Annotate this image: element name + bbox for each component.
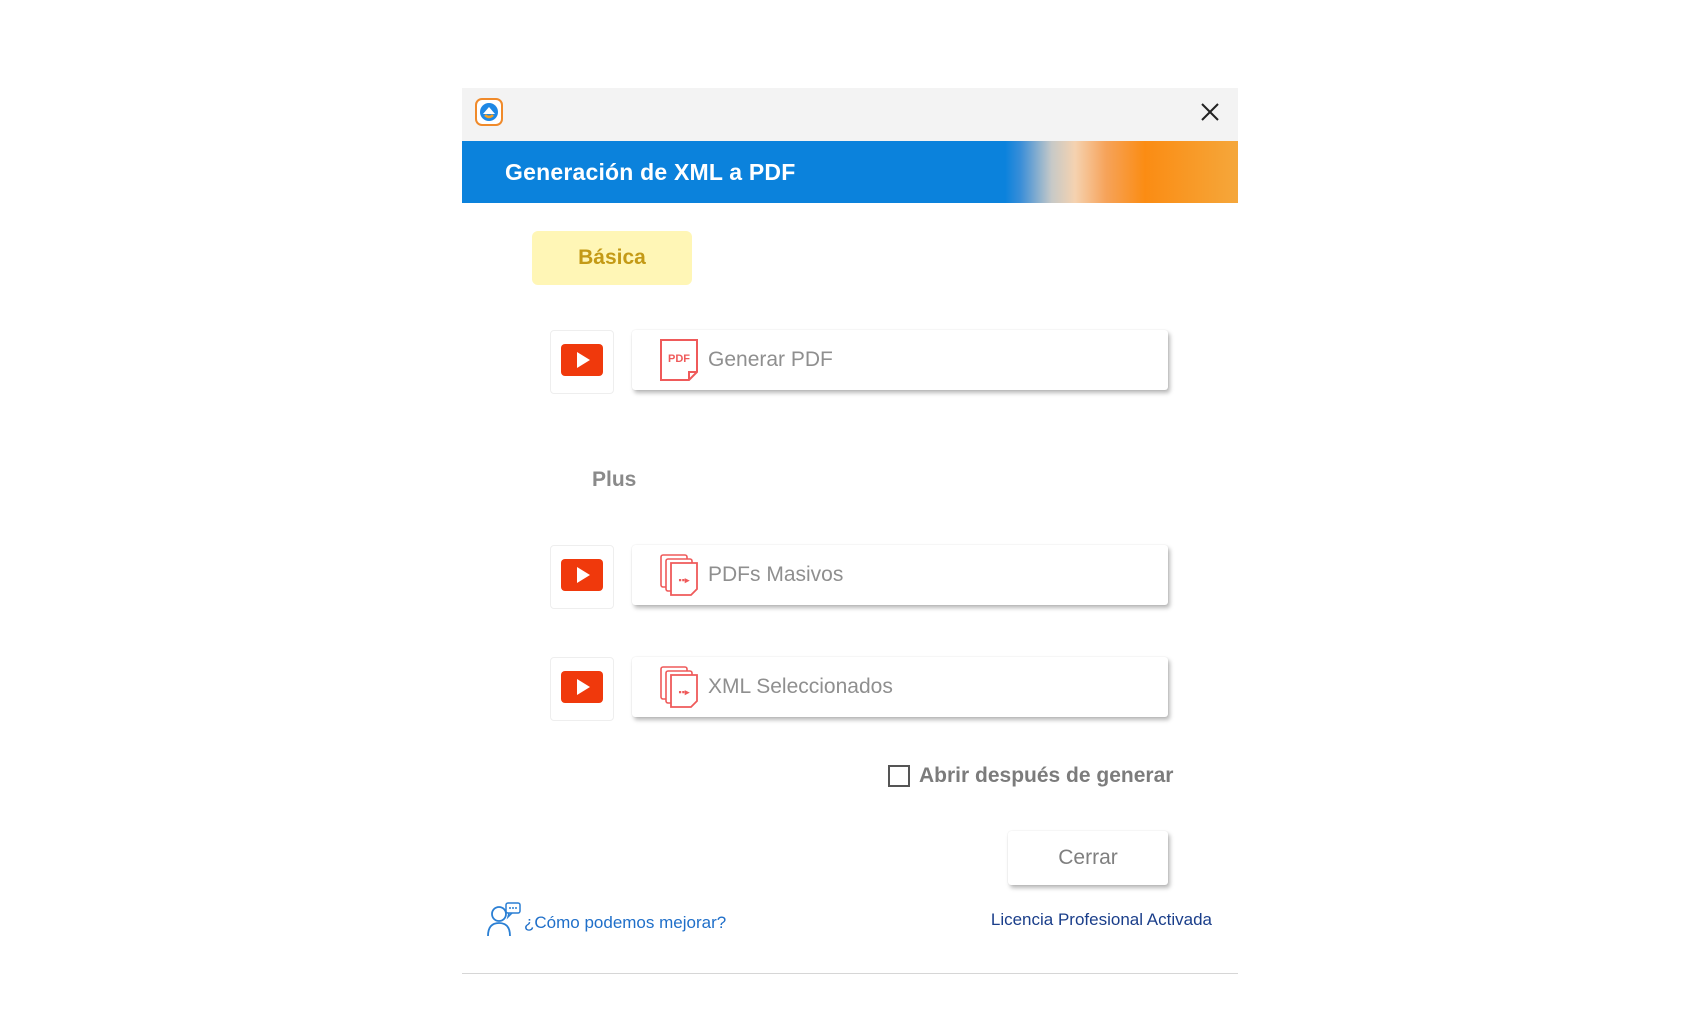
- generar-pdf-label: Generar PDF: [708, 348, 833, 371]
- app-logo-icon: [474, 97, 504, 127]
- xml-seleccionados-button[interactable]: ▪▪▸ XML Seleccionados: [632, 657, 1168, 717]
- title-bar: [462, 88, 1238, 141]
- multiple-files-icon: ▪▪▸: [656, 552, 702, 598]
- section-plus-heading: Plus: [592, 468, 637, 491]
- video-play-icon: [561, 558, 603, 596]
- video-tutorial-button-generar-pdf[interactable]: [550, 330, 614, 394]
- dialog-title: Generación de XML a PDF: [505, 159, 796, 185]
- open-after-generate-label: Abrir después de generar: [919, 764, 1174, 787]
- video-play-icon: [561, 670, 603, 708]
- generar-pdf-button[interactable]: PDF Generar PDF: [632, 330, 1168, 390]
- feedback-link[interactable]: ¿Cómo podemos mejorar?: [486, 902, 726, 943]
- tab-basica[interactable]: Básica: [532, 231, 692, 285]
- video-tutorial-button-xml-seleccionados[interactable]: [550, 657, 614, 721]
- svg-text:PDF: PDF: [668, 353, 690, 365]
- cerrar-button[interactable]: Cerrar: [1008, 831, 1168, 885]
- close-icon: [1200, 102, 1220, 127]
- pdfs-masivos-button[interactable]: ▪▪▸ PDFs Masivos: [632, 545, 1168, 605]
- svg-text:▪▪▸: ▪▪▸: [679, 687, 690, 697]
- header-banner: Generación de XML a PDF: [462, 141, 1238, 203]
- xml-seleccionados-label: XML Seleccionados: [708, 675, 893, 698]
- svg-text:▪▪▸: ▪▪▸: [679, 575, 690, 585]
- open-after-generate-option[interactable]: Abrir después de generar: [888, 764, 1173, 788]
- video-tutorial-button-pdfs-masivos[interactable]: [550, 545, 614, 609]
- open-after-generate-checkbox[interactable]: [888, 765, 910, 787]
- pdf-file-icon: PDF: [656, 337, 702, 383]
- window-close-button[interactable]: [1182, 88, 1238, 141]
- license-status: Licencia Profesional Activada: [990, 910, 1212, 929]
- multiple-files-icon: ▪▪▸: [656, 664, 702, 710]
- video-play-icon: [561, 343, 603, 381]
- feedback-link-label: ¿Cómo podemos mejorar?: [524, 912, 727, 932]
- xml-to-pdf-dialog: Generación de XML a PDF Básica PDF Gener…: [462, 88, 1238, 974]
- pdfs-masivos-label: PDFs Masivos: [708, 563, 844, 586]
- feedback-user-chat-icon: [486, 902, 522, 943]
